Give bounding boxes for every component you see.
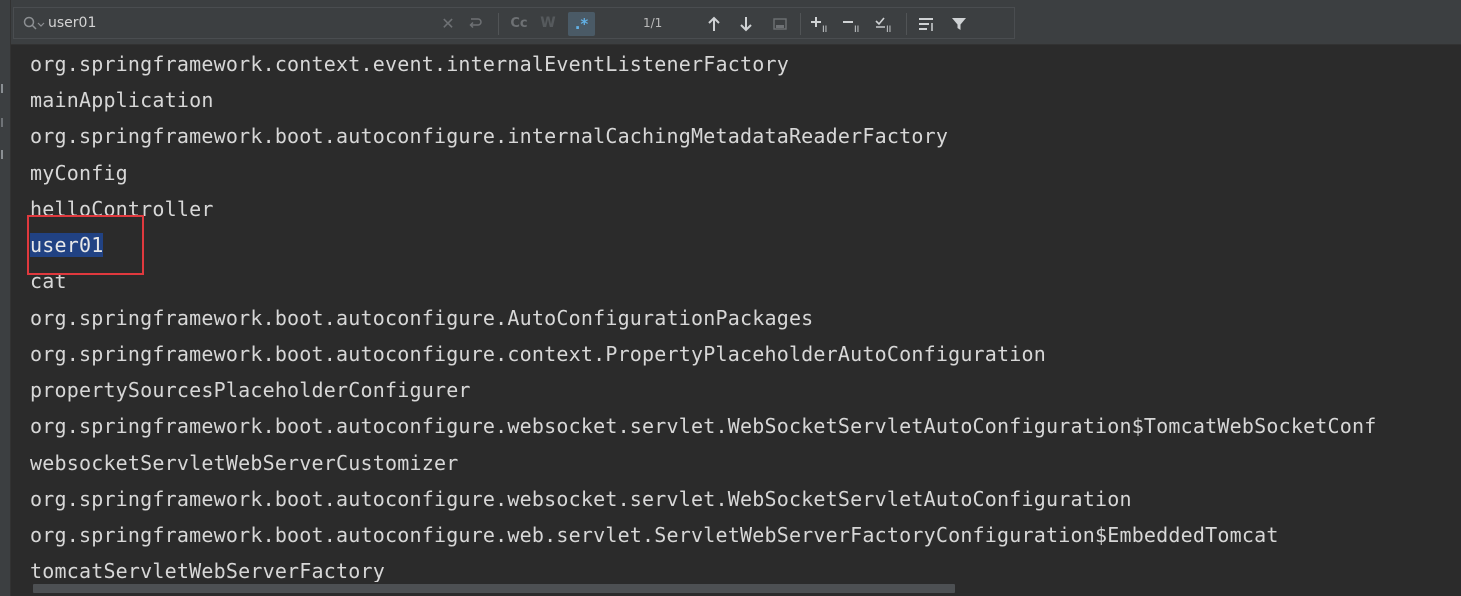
console-line: mainApplication	[30, 88, 214, 112]
remove-occurrence-icon[interactable]: II	[841, 8, 865, 40]
filter-lines-icon[interactable]	[916, 8, 938, 40]
search-toolbar: ✕ Cc W .* 1/1	[11, 0, 1461, 45]
svg-text:II: II	[886, 25, 891, 33]
console-line: org.springframework.boot.autoconfigure.c…	[30, 342, 1047, 366]
console-line: org.springframework.boot.autoconfigure.A…	[30, 306, 814, 330]
horizontal-scrollbar[interactable]	[11, 582, 1461, 596]
match-case-icon[interactable]: Cc	[506, 8, 532, 38]
annotation-box	[27, 215, 144, 275]
arrow-up-icon[interactable]	[703, 8, 725, 40]
console-line: websocketServletWebServerCustomizer	[30, 451, 459, 475]
toolbar-separator	[498, 13, 499, 35]
gutter-marker	[1, 118, 8, 127]
console-line: org.springframework.boot.autoconfigure.w…	[30, 487, 1132, 511]
toolbar-separator	[906, 13, 907, 35]
console-line: myConfig	[30, 161, 128, 185]
arrow-down-icon[interactable]	[735, 8, 757, 40]
console-line: org.springframework.context.event.intern…	[30, 52, 789, 76]
toolbar-separator	[800, 13, 801, 35]
console-line: org.springframework.boot.autoconfigure.w…	[30, 414, 1377, 438]
replace-icon[interactable]	[464, 8, 486, 38]
console-line: org.springframework.boot.autoconfigure.i…	[30, 124, 949, 148]
match-count: 1/1	[643, 16, 663, 30]
search-input[interactable]	[48, 12, 408, 34]
add-occurrence-icon[interactable]: II	[809, 8, 833, 40]
words-icon[interactable]: W	[536, 8, 560, 38]
clear-icon[interactable]: ✕	[438, 8, 458, 38]
regex-icon[interactable]: .*	[568, 12, 595, 36]
console-output[interactable]: org.springframework.context.event.intern…	[11, 45, 1461, 596]
filter-icon[interactable]	[948, 8, 970, 40]
scrollbar-thumb[interactable]	[33, 584, 955, 593]
search-icon[interactable]	[23, 16, 45, 32]
left-gutter	[0, 0, 11, 596]
console-line: org.springframework.boot.autoconfigure.w…	[30, 523, 1279, 547]
svg-text:II: II	[854, 25, 859, 33]
select-all-icon[interactable]	[769, 8, 791, 40]
console-line: propertySourcesPlaceholderConfigurer	[30, 378, 471, 402]
svg-text:II: II	[822, 25, 827, 33]
select-all-occurrences-icon[interactable]: II	[873, 8, 897, 40]
gutter-marker	[1, 150, 8, 159]
gutter-marker	[1, 84, 8, 93]
